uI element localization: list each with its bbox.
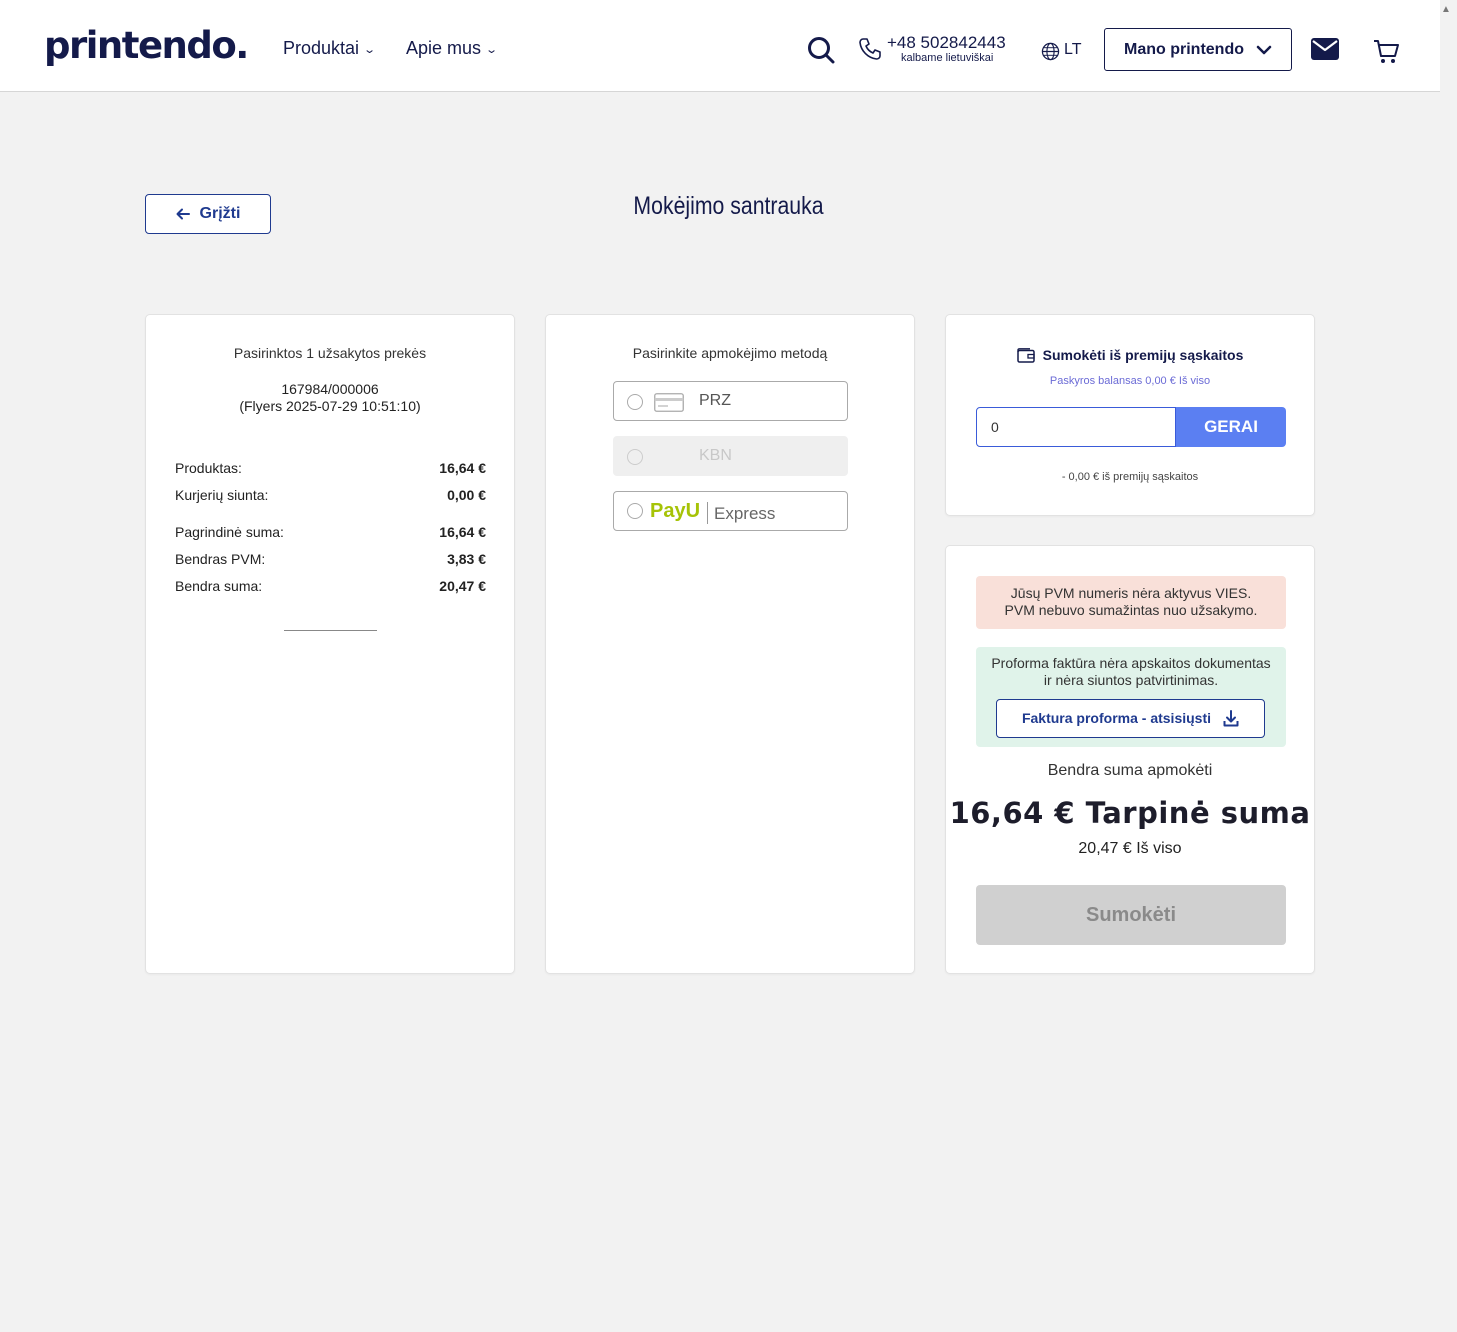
summary-label: Bendras PVM:: [175, 551, 266, 567]
phone-subtitle: kalbame lietuviškai: [901, 52, 994, 64]
language-selector[interactable]: LT: [1064, 41, 1081, 59]
bonus-title: Sumokėti iš premijų sąskaitos: [946, 347, 1314, 363]
site-header: printendo. Produktai ⌄ Apie mus ⌄ +48 50…: [0, 0, 1440, 92]
summary-row-grand-total: Bendra suma: 20,47 €: [175, 578, 486, 594]
order-items-title: Pasirinktos 1 užsakytos prekės: [233, 345, 427, 361]
summary-row-shipping: Kurjerių siunta: 0,00 €: [175, 487, 486, 503]
vies-warning-line: PVM nebuvo sumažintas nuo užsakymo.: [1004, 602, 1258, 618]
summary-label: Pagrindinė suma:: [175, 524, 284, 540]
download-proforma-label: Faktura proforma - atsisiųsti: [1021, 710, 1212, 726]
payment-methods-title: Pasirinkite apmokėjimo metodą: [632, 345, 828, 361]
summary-label: Kurjerių siunta:: [175, 487, 269, 503]
nav-products[interactable]: Produktai ⌄: [283, 38, 377, 59]
radio-button: [627, 449, 643, 465]
summary-row-vat: Bendras PVM: 3,83 €: [175, 551, 486, 567]
payment-method-label: PRZ: [699, 392, 731, 409]
radio-button[interactable]: [627, 503, 643, 519]
total-label: Bendra suma apmokėti: [1047, 762, 1213, 779]
page-title: Mokėjimo santrauka: [633, 192, 824, 220]
summary-row-product: Produktas: 16,64 €: [175, 460, 486, 476]
divider: [707, 502, 708, 524]
globe-icon[interactable]: [1041, 42, 1060, 61]
order-id: 167984/000006 (Flyers 2025-07-29 10:51:1…: [146, 381, 514, 415]
bonus-ok-button[interactable]: GERAI: [1176, 407, 1286, 447]
account-button-label: Mano printendo: [1124, 40, 1244, 58]
radio-button[interactable]: [627, 394, 643, 410]
summary-value: 16,64 €: [439, 524, 486, 540]
bonus-amount-input[interactable]: [976, 407, 1176, 447]
grand-total-amount: 20,47 € Iš viso: [1078, 840, 1182, 857]
wallet-icon: [1016, 347, 1035, 363]
download-proforma-button[interactable]: Faktura proforma - atsisiųsti: [996, 699, 1265, 738]
payment-summary-card: Jūsų PVM numeris nėra aktyvus VIES. PVM …: [945, 545, 1315, 974]
bonus-account-card: Sumokėti iš premijų sąskaitos Paskyros b…: [945, 314, 1315, 516]
mail-icon[interactable]: [1311, 38, 1339, 60]
pay-button[interactable]: Sumokėti: [976, 885, 1286, 945]
summary-row-base-total: Pagrindinė suma: 16,64 €: [175, 524, 486, 540]
search-icon[interactable]: [807, 36, 835, 64]
bonus-note: - 0,00 € iš premijų sąskaitos: [1061, 471, 1199, 483]
credit-card-icon: [654, 393, 684, 412]
summary-value: 3,83 €: [447, 551, 486, 567]
payment-method-prz[interactable]: PRZ: [613, 381, 848, 421]
proforma-notice-line: ir nėra siuntos patvirtinimas.: [1043, 672, 1219, 688]
scrollbar-up-arrow[interactable]: ▲: [1441, 4, 1451, 15]
download-icon: [1223, 710, 1239, 727]
payment-method-payu[interactable]: PayU Express: [613, 491, 848, 531]
summary-value: 16,64 €: [439, 460, 486, 476]
order-number: 167984/000006: [281, 381, 379, 397]
payment-method-label: Express: [714, 504, 776, 523]
account-button[interactable]: Mano printendo: [1104, 28, 1292, 71]
proforma-notice-line: Proforma faktūra nėra apskaitos dokument…: [991, 655, 1271, 671]
bonus-balance: Paskyros balansas 0,00 € Iš viso: [1049, 375, 1211, 387]
order-summary-card: Pasirinktos 1 užsakytos prekės 167984/00…: [145, 314, 515, 974]
proforma-notice: Proforma faktūra nėra apskaitos dokument…: [976, 647, 1286, 747]
subtotal-amount: 16,64 € Tarpinė suma: [949, 796, 1311, 830]
vies-warning-line: Jūsų PVM numeris nėra aktyvus VIES.: [1010, 585, 1252, 601]
payment-methods-card: Pasirinkite apmokėjimo metodą PRZ KBN Pa…: [545, 314, 915, 974]
summary-label: Bendra suma:: [175, 578, 263, 594]
summary-value: 0,00 €: [447, 487, 486, 503]
phone-number[interactable]: +48 502842443: [887, 33, 1006, 53]
logo[interactable]: printendo.: [44, 24, 249, 67]
chevron-down-icon: ⌄: [363, 44, 377, 56]
chevron-down-icon: ⌄: [485, 44, 499, 56]
nav-products-label: Produktai: [283, 38, 360, 58]
nav-about[interactable]: Apie mus ⌄: [406, 38, 499, 59]
payment-method-kbn: KBN: [613, 436, 848, 476]
order-description: (Flyers 2025-07-29 10:51:10): [239, 398, 421, 414]
payment-method-label: KBN: [699, 447, 732, 464]
divider: [284, 630, 377, 631]
summary-value: 20,47 €: [439, 578, 486, 594]
nav-about-label: Apie mus: [406, 38, 482, 58]
phone-icon[interactable]: [858, 37, 882, 61]
vies-warning: Jūsų PVM numeris nėra aktyvus VIES. PVM …: [976, 576, 1286, 629]
summary-label: Produktas:: [175, 460, 242, 476]
bonus-title-label: Sumokėti iš premijų sąskaitos: [1042, 347, 1244, 363]
chevron-down-icon: [1256, 45, 1272, 54]
payu-logo: PayU: [650, 500, 701, 522]
cart-icon[interactable]: [1372, 37, 1400, 65]
